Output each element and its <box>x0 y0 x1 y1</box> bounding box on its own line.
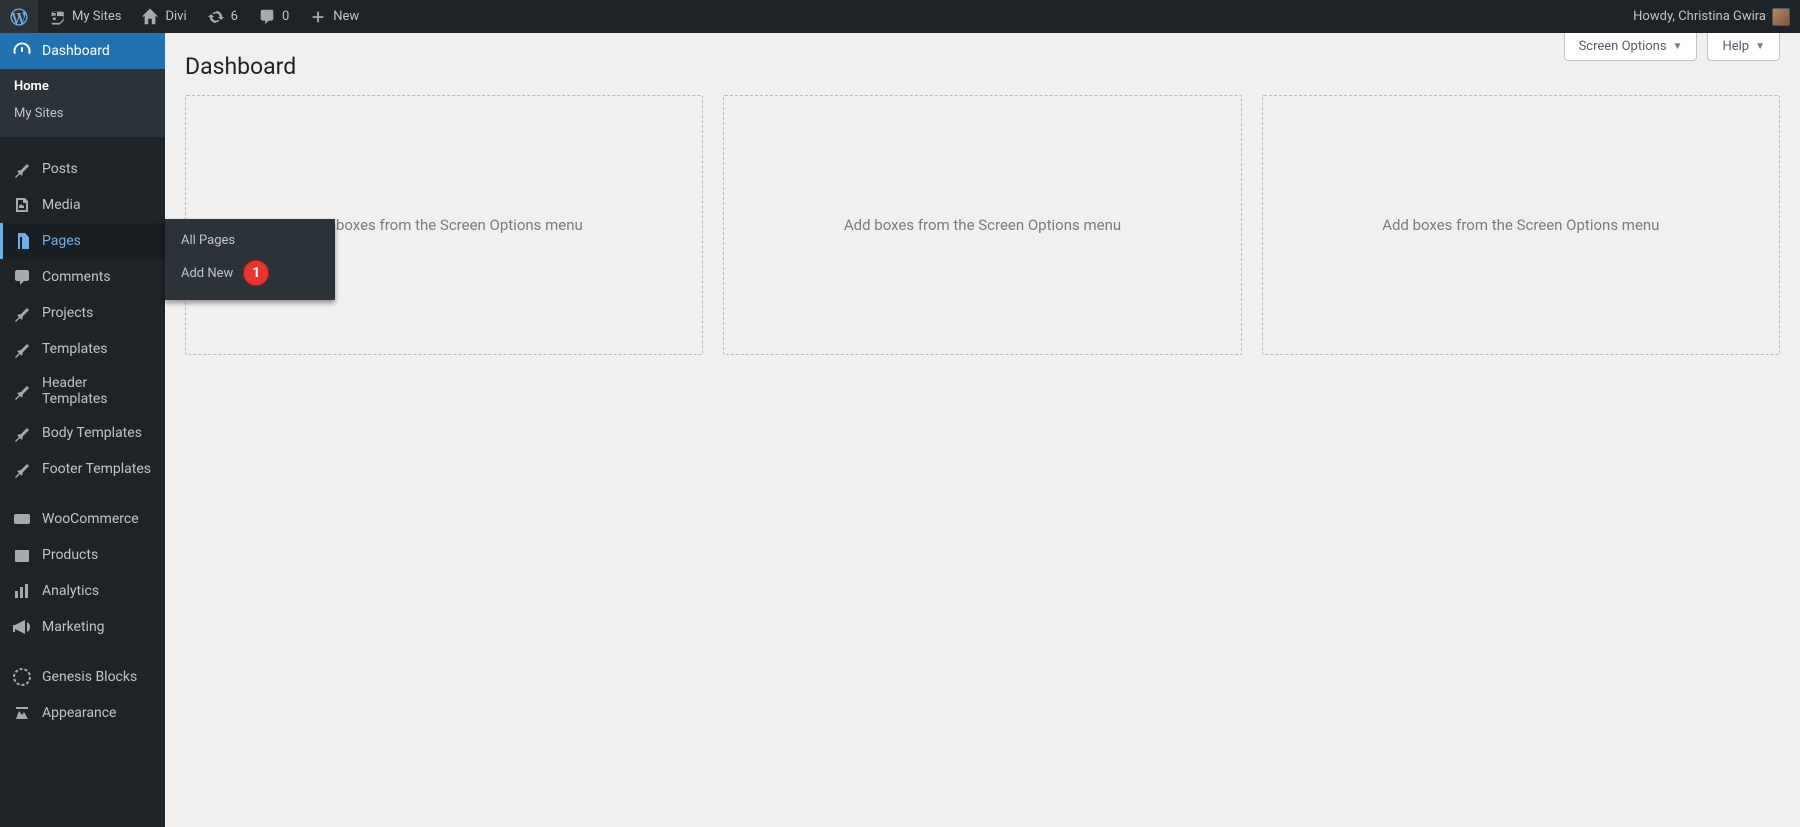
sidebar-item-label: Body Templates <box>42 425 142 441</box>
admin-bar-my-sites-label: My Sites <box>72 9 121 24</box>
metabox-placeholder: Add boxes from the Screen Options menu <box>1262 95 1780 355</box>
admin-bar-user-greeting[interactable]: Howdy, Christina Gwira <box>1623 0 1800 33</box>
sidebar-item-products[interactable]: Products <box>0 537 165 573</box>
sidebar-item-header-templates[interactable]: Header Templates <box>0 367 165 415</box>
sidebar-item-woocommerce[interactable]: WooCommerce <box>0 501 165 537</box>
placeholder-text: Add boxes from the Screen Options menu <box>844 216 1121 234</box>
sidebar-item-label: Pages <box>42 233 81 249</box>
flyout-item-add-new[interactable]: Add New 1 <box>165 254 335 292</box>
pin-icon <box>12 459 32 479</box>
sidebar-item-media[interactable]: Media <box>0 187 165 223</box>
admin-bar-my-sites[interactable]: My Sites <box>38 0 131 33</box>
submenu-item-my-sites[interactable]: My Sites <box>0 100 165 127</box>
chevron-down-icon: ▼ <box>1755 41 1765 52</box>
metabox-placeholder: Add boxes from the Screen Options menu <box>723 95 1241 355</box>
admin-bar: My Sites Divi 6 0 New <box>0 0 1800 33</box>
plus-icon <box>309 8 327 26</box>
home-icon <box>141 8 159 26</box>
analytics-icon <box>12 581 32 601</box>
avatar <box>1772 8 1790 26</box>
network-icon <box>48 8 66 26</box>
page-title: Dashboard <box>185 33 1780 95</box>
admin-bar-updates-count: 6 <box>231 9 238 24</box>
sidebar-item-label: Appearance <box>42 705 116 721</box>
sidebar-item-appearance[interactable]: Appearance <box>0 695 165 731</box>
sidebar-item-templates[interactable]: Templates <box>0 331 165 367</box>
appearance-icon <box>12 703 32 723</box>
woocommerce-icon <box>12 509 32 529</box>
pin-icon <box>12 159 32 179</box>
pin-icon <box>12 339 32 359</box>
sidebar-item-genesis-blocks[interactable]: Genesis Blocks <box>0 659 165 695</box>
sidebar-item-label: Media <box>42 197 81 213</box>
help-button[interactable]: Help ▼ <box>1707 33 1780 61</box>
flyout-item-label: Add New <box>181 266 233 281</box>
sidebar-item-body-templates[interactable]: Body Templates <box>0 415 165 451</box>
admin-bar-new[interactable]: New <box>299 0 369 33</box>
comments-icon <box>12 267 32 287</box>
admin-bar-comments-count: 0 <box>282 9 289 24</box>
sidebar-item-comments[interactable]: Comments <box>0 259 165 295</box>
help-label: Help <box>1722 39 1749 54</box>
pages-flyout: All Pages Add New 1 <box>165 219 335 300</box>
admin-bar-updates[interactable]: 6 <box>197 0 248 33</box>
wordpress-icon <box>10 8 28 26</box>
sidebar-item-label: Analytics <box>42 583 99 599</box>
admin-bar-comments[interactable]: 0 <box>248 0 299 33</box>
admin-bar-new-label: New <box>333 9 359 24</box>
admin-sidebar: Dashboard Home My Sites Posts Media Page… <box>0 33 165 827</box>
media-icon <box>12 195 32 215</box>
sidebar-item-dashboard[interactable]: Dashboard <box>0 33 165 69</box>
admin-bar-site-name-label: Divi <box>165 9 186 24</box>
sidebar-item-label: Header Templates <box>42 375 155 407</box>
screen-options-button[interactable]: Screen Options ▼ <box>1564 33 1698 61</box>
flyout-item-all-pages[interactable]: All Pages <box>165 227 335 254</box>
sidebar-item-label: Marketing <box>42 619 105 635</box>
dashboard-widgets: Add boxes from the Screen Options menu A… <box>185 95 1780 355</box>
sidebar-item-label: Dashboard <box>42 43 110 59</box>
sidebar-item-posts[interactable]: Posts <box>0 151 165 187</box>
sidebar-item-label: Products <box>42 547 98 563</box>
pin-icon <box>12 303 32 323</box>
chevron-down-icon: ▼ <box>1673 41 1683 52</box>
annotation-badge: 1 <box>243 260 269 286</box>
megaphone-icon <box>12 617 32 637</box>
pin-icon <box>12 423 32 443</box>
sidebar-item-label: WooCommerce <box>42 511 139 527</box>
admin-bar-site-name[interactable]: Divi <box>131 0 196 33</box>
submenu-item-home[interactable]: Home <box>0 73 165 100</box>
screen-options-label: Screen Options <box>1579 39 1667 54</box>
sidebar-item-label: Comments <box>42 269 111 285</box>
dashboard-submenu: Home My Sites <box>0 69 165 137</box>
comments-icon <box>258 8 276 26</box>
pin-icon <box>12 381 32 401</box>
products-icon <box>12 545 32 565</box>
sidebar-item-marketing[interactable]: Marketing <box>0 609 165 645</box>
blocks-icon <box>12 667 32 687</box>
sidebar-item-projects[interactable]: Projects <box>0 295 165 331</box>
sidebar-item-pages[interactable]: Pages <box>0 223 165 259</box>
placeholder-text: Add boxes from the Screen Options menu <box>1382 216 1659 234</box>
sidebar-item-footer-templates[interactable]: Footer Templates <box>0 451 165 487</box>
main-content: Screen Options ▼ Help ▼ Dashboard Add bo… <box>165 33 1800 827</box>
sidebar-item-analytics[interactable]: Analytics <box>0 573 165 609</box>
sidebar-item-label: Genesis Blocks <box>42 669 137 685</box>
sidebar-item-label: Posts <box>42 161 78 177</box>
dashboard-icon <box>12 41 32 61</box>
pages-icon <box>12 231 32 251</box>
sidebar-item-label: Projects <box>42 305 93 321</box>
flyout-item-label: All Pages <box>181 233 235 248</box>
sidebar-item-label: Templates <box>42 341 108 357</box>
admin-bar-greeting-text: Howdy, Christina Gwira <box>1633 9 1766 24</box>
updates-icon <box>207 8 225 26</box>
sidebar-item-label: Footer Templates <box>42 461 151 477</box>
screen-meta-tabs: Screen Options ▼ Help ▼ <box>1564 33 1780 61</box>
placeholder-text: Add boxes from the Screen Options menu <box>306 216 583 234</box>
wp-logo[interactable] <box>0 0 38 33</box>
